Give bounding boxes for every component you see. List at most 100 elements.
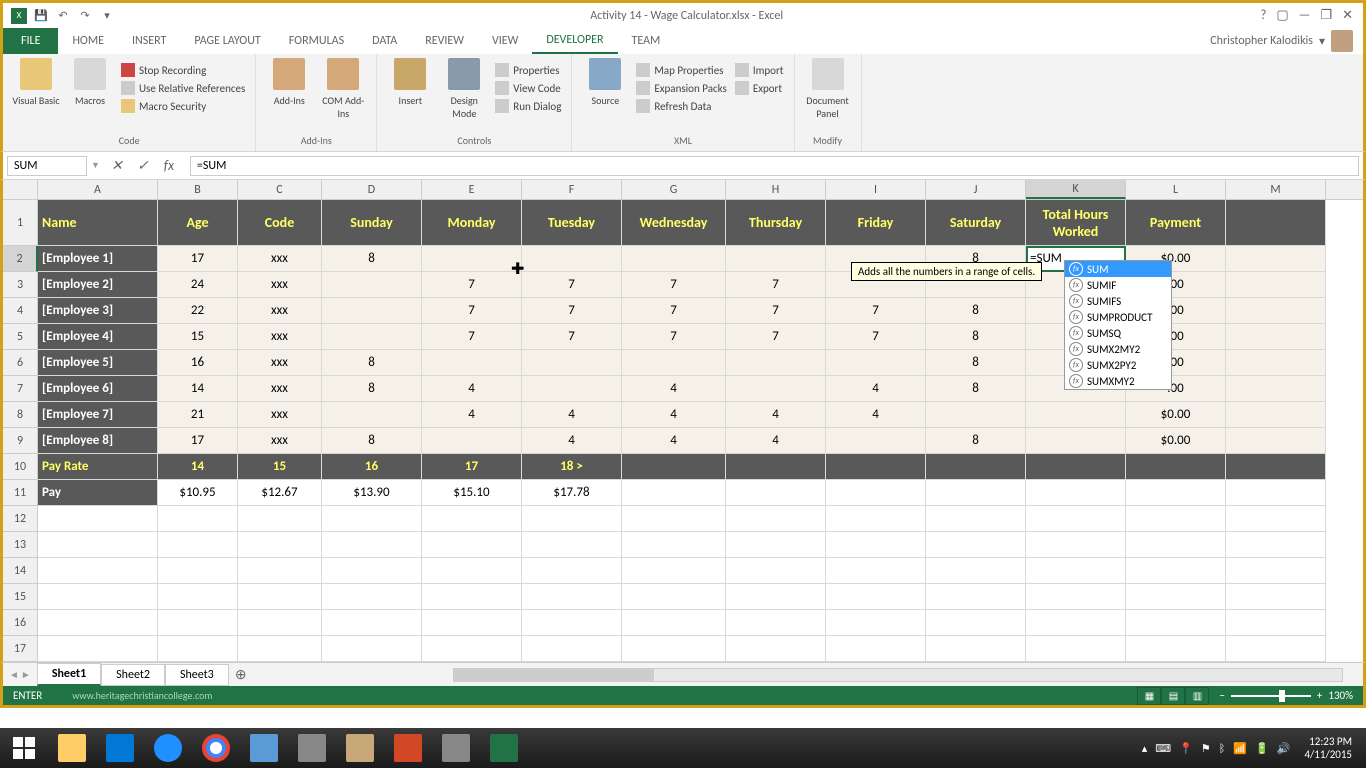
cell-L14[interactable] <box>1126 558 1226 584</box>
zoom-control[interactable]: − + 130% <box>1219 689 1353 702</box>
cell-F8[interactable]: 4 <box>522 402 622 428</box>
cell-L11[interactable] <box>1126 480 1226 506</box>
zoom-in-icon[interactable]: + <box>1317 689 1322 702</box>
row-header-2[interactable]: 2 <box>3 246 38 272</box>
cell-M9[interactable] <box>1226 428 1326 454</box>
row-header-8[interactable]: 8 <box>3 402 38 428</box>
row-header-17[interactable]: 17 <box>3 636 38 662</box>
col-header-B[interactable]: B <box>158 180 238 199</box>
tray-bluetooth-icon[interactable]: ᛒ <box>1219 742 1226 755</box>
ribbon-display-icon[interactable]: ▢ <box>1276 8 1288 23</box>
cell-I4[interactable]: 7 <box>826 298 926 324</box>
cell-C15[interactable] <box>238 584 322 610</box>
cell-C13[interactable] <box>238 532 322 558</box>
cell-B3[interactable]: 24 <box>158 272 238 298</box>
save-icon[interactable]: 💾 <box>33 8 49 24</box>
cell-E7[interactable]: 4 <box>422 376 522 402</box>
cell-D3[interactable] <box>322 272 422 298</box>
cell-H10[interactable] <box>726 454 826 480</box>
cell-M4[interactable] <box>1226 298 1326 324</box>
cell-C8[interactable]: xxx <box>238 402 322 428</box>
cell-I9[interactable] <box>826 428 926 454</box>
cell-B13[interactable] <box>158 532 238 558</box>
tray-keyboard-icon[interactable]: ⌨ <box>1155 742 1171 755</box>
row-header-12[interactable]: 12 <box>3 506 38 532</box>
autocomplete-item[interactable]: fxSUMX2MY2 <box>1065 341 1171 357</box>
col-header-I[interactable]: I <box>826 180 926 199</box>
autocomplete-item[interactable]: fxSUMPRODUCT <box>1065 309 1171 325</box>
tab-view[interactable]: VIEW <box>478 28 532 54</box>
cell-J17[interactable] <box>926 636 1026 662</box>
cell-H11[interactable] <box>726 480 826 506</box>
zoom-level[interactable]: 130% <box>1328 689 1353 702</box>
close-icon[interactable]: ✕ <box>1342 8 1353 23</box>
com-addins-button[interactable]: COM Add-Ins <box>318 58 368 132</box>
cell-C2[interactable]: xxx <box>238 246 322 272</box>
cell-H8[interactable]: 4 <box>726 402 826 428</box>
cell-E10[interactable]: 17 <box>422 454 522 480</box>
cell-E4[interactable]: 7 <box>422 298 522 324</box>
cell-M2[interactable] <box>1226 246 1326 272</box>
avatar[interactable] <box>1331 30 1353 52</box>
view-code-button[interactable]: View Code <box>493 80 563 96</box>
cell-H5[interactable]: 7 <box>726 324 826 350</box>
cell-M15[interactable] <box>1226 584 1326 610</box>
sheet-tab-2[interactable]: Sheet2 <box>101 664 165 686</box>
cell-G9[interactable]: 4 <box>622 428 726 454</box>
autocomplete-item[interactable]: fxSUMX2PY2 <box>1065 357 1171 373</box>
cell-H12[interactable] <box>726 506 826 532</box>
cell-I16[interactable] <box>826 610 926 636</box>
cell-C1[interactable]: Code <box>238 200 322 246</box>
tab-insert[interactable]: INSERT <box>118 28 180 54</box>
cell-M13[interactable] <box>1226 532 1326 558</box>
cell-G15[interactable] <box>622 584 726 610</box>
tray-clock[interactable]: 12:23 PM4/11/2015 <box>1298 735 1358 761</box>
cell-G2[interactable] <box>622 246 726 272</box>
cell-B1[interactable]: Age <box>158 200 238 246</box>
cell-M7[interactable] <box>1226 376 1326 402</box>
row-header-4[interactable]: 4 <box>3 298 38 324</box>
cell-C9[interactable]: xxx <box>238 428 322 454</box>
cell-H16[interactable] <box>726 610 826 636</box>
cell-A16[interactable] <box>38 610 158 636</box>
col-header-D[interactable]: D <box>322 180 422 199</box>
cell-F14[interactable] <box>522 558 622 584</box>
addins-button[interactable]: Add-Ins <box>264 58 314 132</box>
cell-J5[interactable]: 8 <box>926 324 1026 350</box>
cell-A4[interactable]: [Employee 3] <box>38 298 158 324</box>
cell-B10[interactable]: 14 <box>158 454 238 480</box>
cell-M8[interactable] <box>1226 402 1326 428</box>
cell-D8[interactable] <box>322 402 422 428</box>
cell-J1[interactable]: Saturday <box>926 200 1026 246</box>
formula-autocomplete[interactable]: fxSUMfxSUMIFfxSUMIFSfxSUMPRODUCTfxSUMSQf… <box>1064 260 1172 390</box>
col-header-G[interactable]: G <box>622 180 726 199</box>
undo-icon[interactable]: ↶ <box>55 8 71 24</box>
cell-L17[interactable] <box>1126 636 1226 662</box>
cell-F15[interactable] <box>522 584 622 610</box>
cell-K9[interactable] <box>1026 428 1126 454</box>
cell-K1[interactable]: Total Hours Worked <box>1026 200 1126 246</box>
cell-A15[interactable] <box>38 584 158 610</box>
user-area[interactable]: Christopher Kalodikis ▾ <box>1200 28 1363 54</box>
tab-team[interactable]: TEAM <box>618 28 675 54</box>
cell-H9[interactable]: 4 <box>726 428 826 454</box>
cell-L1[interactable]: Payment <box>1126 200 1226 246</box>
cell-C5[interactable]: xxx <box>238 324 322 350</box>
cell-C4[interactable]: xxx <box>238 298 322 324</box>
cell-M11[interactable] <box>1226 480 1326 506</box>
cell-D7[interactable]: 8 <box>322 376 422 402</box>
col-header-K[interactable]: K <box>1026 180 1126 199</box>
cell-G17[interactable] <box>622 636 726 662</box>
cell-B14[interactable] <box>158 558 238 584</box>
cell-E3[interactable]: 7 <box>422 272 522 298</box>
cell-C16[interactable] <box>238 610 322 636</box>
autocomplete-item[interactable]: fxSUM <box>1065 261 1171 277</box>
horizontal-scrollbar[interactable] <box>453 668 1343 682</box>
cell-D17[interactable] <box>322 636 422 662</box>
taskbar-ie[interactable] <box>144 728 192 768</box>
minimize-icon[interactable]: — <box>1299 8 1311 23</box>
cell-K10[interactable] <box>1026 454 1126 480</box>
tab-data[interactable]: DATA <box>358 28 411 54</box>
qat-dropdown-icon[interactable]: ▾ <box>99 8 115 24</box>
cell-G14[interactable] <box>622 558 726 584</box>
